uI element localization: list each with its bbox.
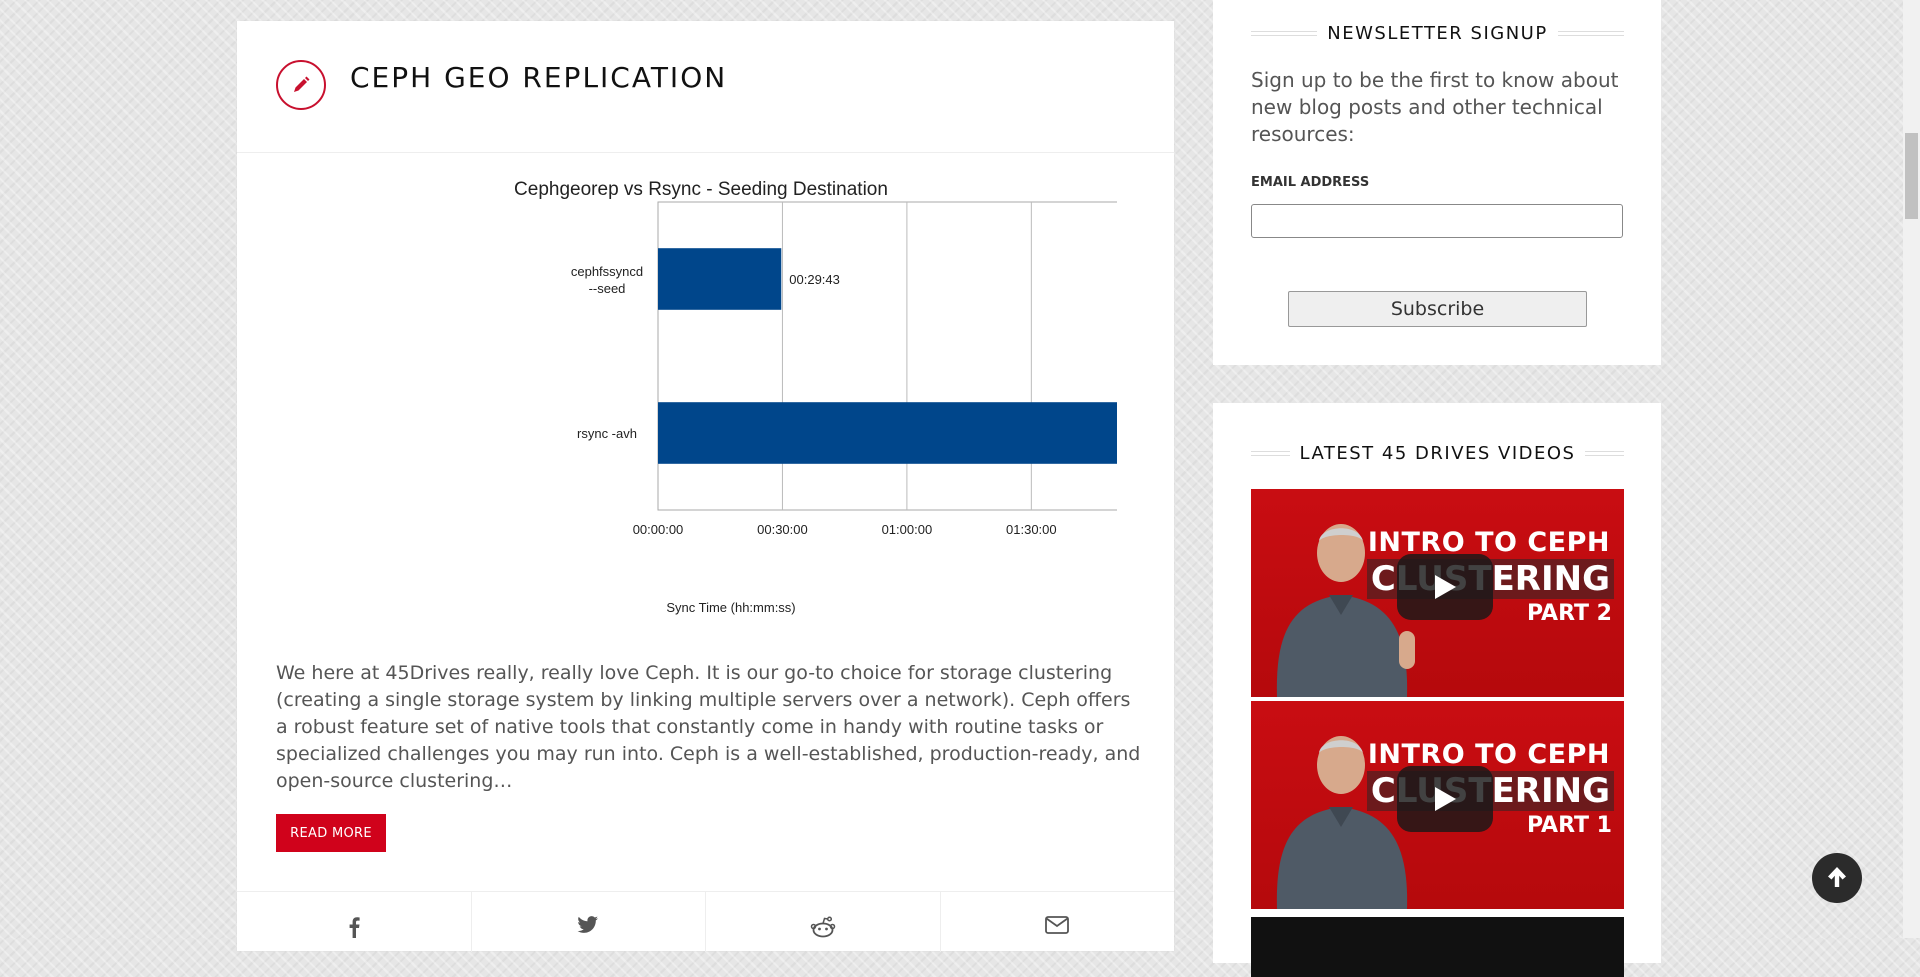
video-thumbnail[interactable]: INTRO TO CEPH CLUSTERING PART 1 bbox=[1251, 701, 1624, 909]
chart-category-label-line: --seed bbox=[589, 281, 626, 296]
share-twitter[interactable] bbox=[472, 892, 706, 952]
post-title[interactable]: CEPH GEO REPLICATION bbox=[350, 61, 727, 94]
newsletter-description: Sign up to be the first to know about ne… bbox=[1251, 68, 1619, 146]
heading-rule bbox=[1557, 30, 1625, 36]
videos-heading-text: LATEST 45 DRIVES VIDEOS bbox=[1299, 442, 1576, 464]
video-thumbnail[interactable]: INTRO TO CEPH CLUSTERING PART 2 bbox=[1251, 489, 1624, 697]
pencil-icon bbox=[294, 76, 310, 92]
chart-x-axis-label: Sync Time (hh:mm:ss) bbox=[666, 600, 795, 615]
play-icon bbox=[1435, 787, 1456, 811]
share-email[interactable] bbox=[941, 892, 1175, 952]
chart-x-tick-label: 01:30:00 bbox=[1006, 522, 1057, 537]
newsletter-heading: NEWSLETTER SIGNUP bbox=[1251, 21, 1625, 45]
chart-data-label: 00:29:43 bbox=[789, 272, 840, 287]
chart-x-tick-label: 01:00:00 bbox=[882, 522, 933, 537]
videos-heading: LATEST 45 DRIVES VIDEOS bbox=[1251, 441, 1625, 465]
email-field[interactable] bbox=[1251, 204, 1623, 238]
heading-rule bbox=[1585, 450, 1625, 456]
chart-category-label: cephfssyncd --seed bbox=[571, 264, 643, 296]
video-title-line3: PART 1 bbox=[1526, 813, 1612, 838]
reddit-icon bbox=[810, 916, 835, 938]
video-title-line3: PART 2 bbox=[1526, 601, 1612, 626]
share-reddit[interactable] bbox=[706, 892, 941, 952]
post-header: CEPH GEO REPLICATION bbox=[237, 21, 1174, 153]
post-card: CEPH GEO REPLICATION Cephgeorep vs Rsync… bbox=[237, 21, 1174, 952]
chart-category-label: rsync -avh bbox=[577, 426, 637, 441]
play-icon bbox=[1435, 575, 1456, 599]
chart-bar bbox=[658, 402, 1117, 464]
share-bar bbox=[237, 891, 1174, 952]
newsletter-widget: NEWSLETTER SIGNUP Sign up to be the firs… bbox=[1213, 0, 1661, 365]
chart-x-tick-label: 00:30:00 bbox=[757, 522, 808, 537]
video-thumbnail[interactable] bbox=[1251, 913, 1624, 977]
post-excerpt: We here at 45Drives really, really love … bbox=[276, 662, 1141, 792]
share-facebook[interactable] bbox=[237, 892, 472, 952]
envelope-icon bbox=[1045, 916, 1070, 934]
read-more-button[interactable]: READ MORE bbox=[276, 814, 386, 852]
chart-x-tick-label: 00:00:00 bbox=[633, 522, 684, 537]
newsletter-heading-text: NEWSLETTER SIGNUP bbox=[1327, 22, 1548, 44]
twitter-icon bbox=[577, 916, 599, 933]
play-button[interactable] bbox=[1397, 554, 1493, 620]
chart-bar bbox=[658, 248, 782, 310]
video-title-line1: INTRO TO CEPH bbox=[1367, 739, 1610, 770]
chart-title: Cephgeorep vs Rsync - Seeding Destinatio… bbox=[514, 179, 888, 200]
email-label: EMAIL ADDRESS bbox=[1251, 175, 1370, 190]
videos-widget: LATEST 45 DRIVES VIDEOS INTRO TO CEPH CL… bbox=[1213, 403, 1661, 977]
chart-category-label-line: rsync -avh bbox=[577, 426, 637, 441]
heading-rule bbox=[1251, 450, 1290, 456]
post-format-badge bbox=[276, 60, 326, 110]
facebook-icon bbox=[349, 917, 360, 938]
play-button[interactable] bbox=[1397, 766, 1493, 832]
page-scrollbar[interactable] bbox=[1903, 0, 1920, 938]
bar-chart: Cephgeorep vs Rsync - Seeding Destinatio… bbox=[514, 179, 1117, 615]
subscribe-button[interactable]: Subscribe bbox=[1288, 291, 1587, 327]
video-title-line1: INTRO TO CEPH bbox=[1367, 527, 1610, 558]
arrow-up-icon bbox=[1828, 867, 1846, 887]
scrollbar-thumb[interactable] bbox=[1905, 133, 1918, 219]
post-featured-chart: Cephgeorep vs Rsync - Seeding Destinatio… bbox=[277, 152, 1117, 622]
back-to-top-button[interactable] bbox=[1812, 853, 1862, 903]
heading-rule bbox=[1251, 30, 1318, 36]
chart-category-label-line: cephfssyncd bbox=[571, 264, 643, 279]
